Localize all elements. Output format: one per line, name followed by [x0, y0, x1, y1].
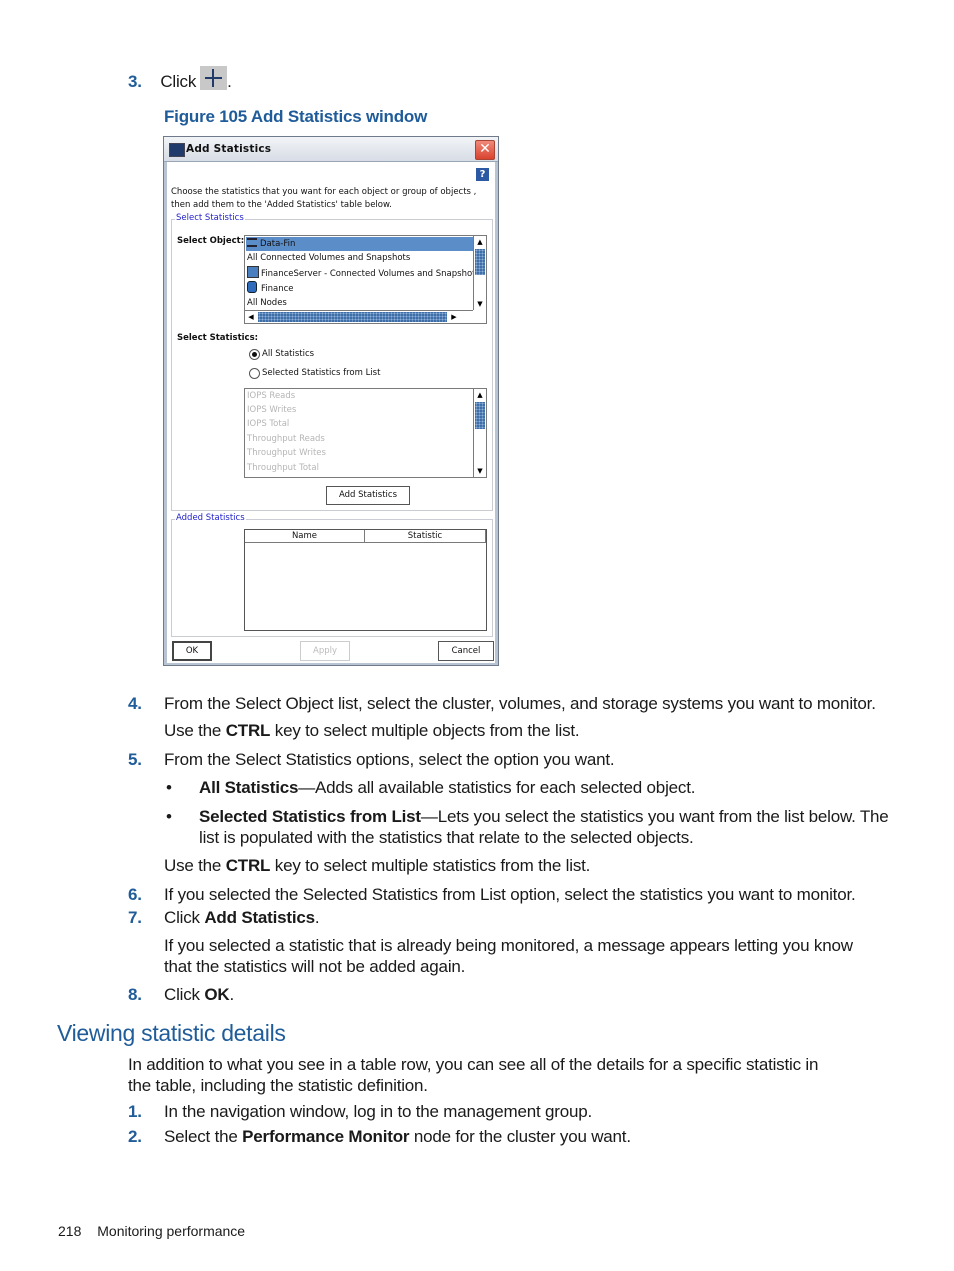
list-item[interactable]: FinanceServer - Connected Volumes and Sn… [246, 266, 480, 280]
step-text: Click [160, 72, 197, 91]
step-8: 8. [128, 985, 142, 1004]
statistics-list[interactable]: IOPS Reads IOPS Writes IOPS Total Throug… [244, 388, 487, 478]
list-item[interactable]: IOPS Total [246, 417, 289, 431]
page-footer: 218 Monitoring performance [58, 1223, 245, 1239]
object-list[interactable]: Data-Fin All Connected Volumes and Snaps… [244, 235, 487, 324]
dialog-intro: Choose the statistics that you want for … [171, 187, 477, 210]
object-list-vscrollbar[interactable]: ▲ ▼ [473, 236, 486, 310]
list-item[interactable]: IOPS Reads [246, 389, 295, 403]
step-8-text: Click OK. [164, 985, 234, 1004]
step-6: 6. [128, 885, 142, 904]
bullet-selected-statistics: Selected Statistics from List—Lets you s… [199, 807, 889, 847]
step-4: 4. [128, 694, 142, 713]
dialog-title-bar: Add Statistics ✕ [164, 137, 498, 162]
list-item[interactable]: Throughput Writes [246, 446, 326, 460]
selected-statistics-label[interactable]: Selected Statistics from List [262, 368, 380, 378]
scroll-right-icon[interactable]: ▶ [448, 311, 460, 323]
scroll-left-icon[interactable]: ◀ [245, 311, 257, 323]
app-icon [169, 143, 185, 157]
scroll-thumb[interactable] [258, 312, 447, 322]
scroll-up-icon[interactable]: ▲ [474, 236, 486, 248]
dialog-body: ? Choose the statistics that you want fo… [167, 162, 495, 663]
step-number: 3. [128, 72, 142, 91]
list-item[interactable]: Throughput Reads [246, 432, 325, 446]
section-step-1: 1. [128, 1102, 142, 1121]
step-6-text: If you selected the Selected Statistics … [164, 885, 856, 904]
cluster-icon [247, 238, 257, 247]
list-item[interactable]: All Nodes [246, 296, 287, 310]
chapter-title: Monitoring performance [97, 1223, 246, 1239]
bullet-all-statistics: All Statistics—Adds all available statis… [199, 778, 696, 797]
list-item[interactable]: Throughput Total [246, 461, 319, 475]
added-statistics-group: Added Statistics Name Statistic [171, 513, 493, 637]
column-header-name[interactable]: Name [245, 530, 365, 543]
all-statistics-label[interactable]: All Statistics [262, 349, 314, 359]
all-statistics-radio[interactable] [249, 349, 260, 360]
step-5: 5. [128, 750, 142, 769]
select-statistics-label: Select Statistics: [177, 333, 259, 343]
list-item[interactable]: Finance [246, 281, 294, 295]
step-4-note: Use the CTRL key to select multiple obje… [164, 721, 580, 740]
object-list-hscrollbar[interactable]: ◀ ▶ [245, 310, 473, 323]
close-icon[interactable]: ✕ [475, 140, 495, 160]
scroll-thumb[interactable] [475, 402, 485, 429]
step-7-text: Click Add Statistics. [164, 908, 320, 927]
dialog-title: Add Statistics [186, 143, 272, 155]
step-7-note: If you selected a statistic that is alre… [164, 936, 853, 976]
cancel-button[interactable]: Cancel [438, 641, 494, 661]
step-5-note: Use the CTRL key to select multiple stat… [164, 856, 591, 875]
select-object-label: Select Object: [177, 236, 245, 246]
scroll-down-icon[interactable]: ▼ [474, 465, 486, 477]
column-header-statistic[interactable]: Statistic [365, 530, 486, 543]
group-label: Select Statistics [175, 213, 245, 223]
page-number: 218 [58, 1223, 82, 1239]
add-statistics-button[interactable]: Add Statistics [326, 486, 410, 505]
select-statistics-group: Select Statistics Select Object: Data-Fi… [171, 213, 493, 511]
help-icon[interactable]: ? [476, 168, 489, 181]
scroll-up-icon[interactable]: ▲ [474, 389, 486, 401]
scroll-thumb[interactable] [475, 249, 485, 275]
group-label: Added Statistics [175, 513, 246, 523]
section-heading: Viewing statistic details [57, 1020, 286, 1046]
bullet-icon: • [166, 778, 172, 797]
scroll-down-icon[interactable]: ▼ [474, 298, 486, 310]
add-statistics-dialog: Add Statistics ✕ ? Choose the statistics… [163, 136, 499, 666]
section-step-2-text: Select the Performance Monitor node for … [164, 1127, 631, 1146]
statistics-list-vscrollbar[interactable]: ▲ ▼ [473, 389, 486, 477]
list-item[interactable]: All Connected Volumes and Snapshots [246, 251, 410, 265]
section-intro: In addition to what you see in a table r… [128, 1055, 819, 1095]
ok-button[interactable]: OK [172, 641, 212, 661]
list-item[interactable]: Data-Fin [246, 237, 473, 251]
added-statistics-table[interactable]: Name Statistic [244, 529, 487, 631]
apply-button[interactable]: Apply [300, 641, 350, 661]
step-3: 3. Click. [128, 66, 232, 92]
step-4-text: From the Select Object list, select the … [164, 694, 876, 713]
figure-caption: Figure 105 Add Statistics window [164, 107, 428, 126]
section-step-1-text: In the navigation window, log in to the … [164, 1102, 593, 1121]
step-7: 7. [128, 908, 142, 927]
selected-statistics-radio[interactable] [249, 368, 260, 379]
server-icon [247, 266, 259, 278]
section-step-2: 2. [128, 1127, 142, 1146]
step-5-text: From the Select Statistics options, sele… [164, 750, 615, 769]
bullet-icon: • [166, 807, 172, 826]
list-item[interactable]: IOPS Writes [246, 403, 296, 417]
plus-icon [200, 66, 228, 90]
volume-icon [247, 281, 257, 293]
